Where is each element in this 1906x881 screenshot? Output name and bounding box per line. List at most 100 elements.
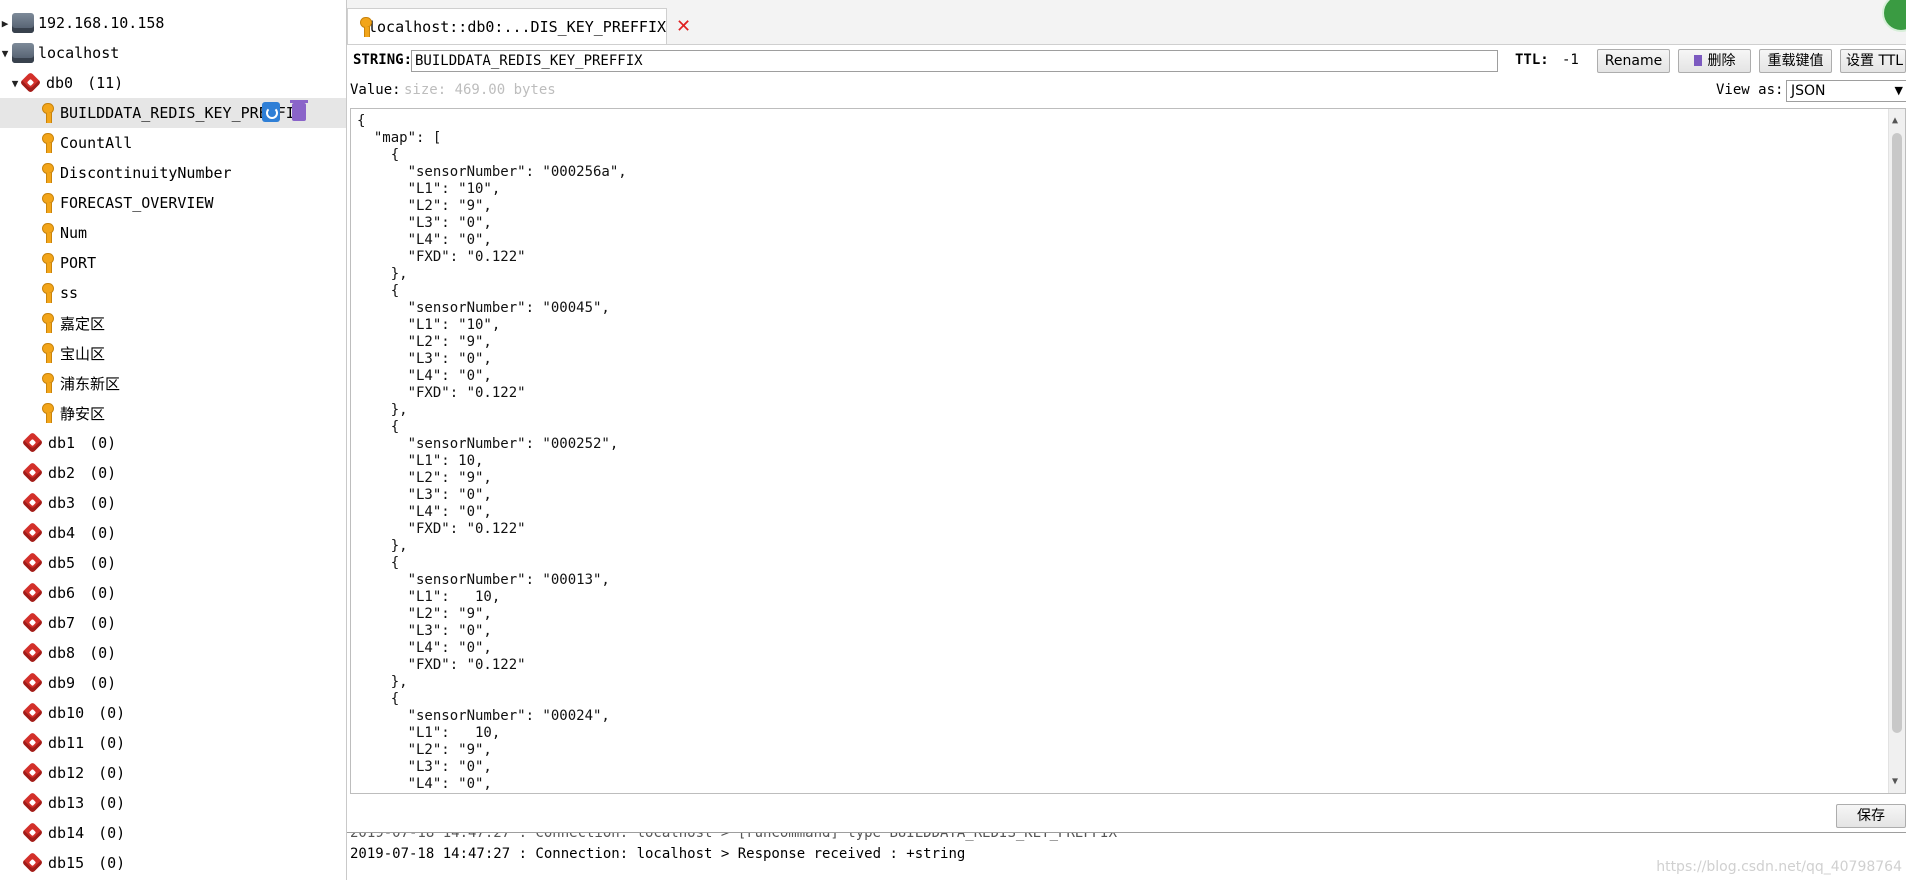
- key-icon: [40, 162, 56, 184]
- set-ttl-button[interactable]: 设置 TTL: [1840, 49, 1906, 73]
- scroll-up-icon[interactable]: ▲: [1892, 115, 1898, 126]
- save-button[interactable]: 保存: [1836, 804, 1906, 828]
- key-icon: [40, 342, 56, 364]
- tree-key-item[interactable]: 浦东新区: [0, 368, 346, 398]
- tree-key-item[interactable]: 静安区: [0, 398, 346, 428]
- close-icon[interactable]: ✕: [676, 16, 691, 37]
- tab-bar: localhost::db0:...DIS_KEY_PREFFIX ✕: [347, 0, 1906, 45]
- scroll-down-icon[interactable]: ▼: [1892, 776, 1898, 787]
- tree-key-item[interactable]: Num: [0, 218, 346, 248]
- server-icon: [12, 43, 34, 63]
- ttl-label: TTL:: [1515, 52, 1549, 68]
- server-label: 192.168.10.158: [38, 14, 165, 32]
- key-label: FORECAST_OVERVIEW: [60, 194, 214, 212]
- scrollbar-thumb[interactable]: [1892, 133, 1902, 733]
- tree-key-item[interactable]: CountAll: [0, 128, 346, 158]
- tree-db-item[interactable]: db10 (0): [0, 698, 346, 728]
- tree-db-item[interactable]: db1 (0): [0, 428, 346, 458]
- vertical-scrollbar[interactable]: ▲ ▼: [1888, 109, 1905, 793]
- db-label: db14: [48, 824, 85, 842]
- tree-key-item[interactable]: DiscontinuityNumber: [0, 158, 346, 188]
- key-label: ss: [60, 284, 79, 302]
- tree-db-item[interactable]: db7 (0): [0, 608, 346, 638]
- tree-db-item[interactable]: db13 (0): [0, 788, 346, 818]
- tree-key-item[interactable]: 宝山区: [0, 338, 346, 368]
- key-label: 宝山区: [60, 344, 106, 363]
- expand-arrow-icon[interactable]: ▶: [0, 17, 10, 30]
- key-label: DiscontinuityNumber: [60, 164, 232, 182]
- tree-db-item[interactable]: db2 (0): [0, 458, 346, 488]
- trash-icon[interactable]: [290, 100, 308, 121]
- db-label: db12: [48, 764, 85, 782]
- save-button-label: 保存: [1857, 808, 1885, 824]
- tree-db-item[interactable]: db9 (0): [0, 668, 346, 698]
- set-ttl-button-label: 设置 TTL: [1846, 53, 1904, 69]
- db-label: db2: [48, 464, 76, 482]
- database-icon: [20, 72, 42, 94]
- database-icon: [22, 702, 44, 724]
- ttl-value: -1: [1562, 52, 1579, 68]
- tree-db-db0[interactable]: ▼ db0 (11): [0, 68, 346, 98]
- reload-icon[interactable]: [262, 102, 280, 122]
- database-icon: [22, 822, 44, 844]
- collapse-arrow-icon[interactable]: ▼: [10, 77, 20, 90]
- tree-db-item[interactable]: db12 (0): [0, 758, 346, 788]
- log-console: 2019-07-18 14:47:27 : Connection: localh…: [347, 832, 1906, 881]
- json-value-text[interactable]: { "map": [ { "sensorNumber": "000256a", …: [357, 113, 627, 793]
- status-circle-icon: [1882, 0, 1906, 32]
- db-label: db8: [48, 644, 76, 662]
- database-icon: [22, 762, 44, 784]
- db-key-count: (0): [98, 854, 126, 872]
- key-icon: [40, 282, 56, 304]
- db-label: db6: [48, 584, 76, 602]
- server-icon: [12, 13, 34, 33]
- db-key-count: (0): [89, 674, 117, 692]
- tree-db-item[interactable]: db11 (0): [0, 728, 346, 758]
- trash-icon: [1693, 55, 1702, 66]
- tree-db-item[interactable]: db5 (0): [0, 548, 346, 578]
- tree-db-item[interactable]: db15 (0): [0, 848, 346, 878]
- tab-key-editor[interactable]: localhost::db0:...DIS_KEY_PREFFIX ✕: [347, 8, 691, 44]
- value-editor[interactable]: { "map": [ { "sensorNumber": "000256a", …: [350, 108, 1906, 794]
- db-key-count: (0): [89, 614, 117, 632]
- db-label: db4: [48, 524, 76, 542]
- db-key-count: (0): [98, 734, 126, 752]
- database-icon: [22, 492, 44, 514]
- collapse-arrow-icon[interactable]: ▼: [0, 47, 10, 60]
- db-key-count: (0): [98, 794, 126, 812]
- db-label: db3: [48, 494, 76, 512]
- tree-db-item[interactable]: db6 (0): [0, 578, 346, 608]
- view-as-select[interactable]: JSON ▼: [1786, 80, 1906, 102]
- tree-server-192-168-10-158[interactable]: ▶ 192.168.10.158: [0, 8, 346, 38]
- database-icon: [22, 462, 44, 484]
- tree-server-localhost[interactable]: ▼ localhost: [0, 38, 346, 68]
- database-icon: [22, 792, 44, 814]
- key-name-field[interactable]: BUILDDATA_REDIS_KEY_PREFFIX: [411, 50, 1498, 72]
- database-icon: [22, 852, 44, 874]
- tree-db-item[interactable]: db3 (0): [0, 488, 346, 518]
- db-label: db13: [48, 794, 85, 812]
- view-as-label: View as:: [1716, 82, 1784, 98]
- tree-db-item[interactable]: db8 (0): [0, 638, 346, 668]
- rename-button[interactable]: Rename: [1597, 49, 1670, 73]
- key-label: 浦东新区: [60, 374, 121, 393]
- key-label: 静安区: [60, 404, 106, 423]
- db-key-count: (0): [98, 824, 126, 842]
- delete-button[interactable]: 删除: [1678, 49, 1751, 73]
- server-label: localhost: [38, 44, 120, 62]
- tree-key-item[interactable]: 嘉定区: [0, 308, 346, 338]
- reload-value-button-label: 重载键值: [1767, 53, 1824, 69]
- key-type-label: STRING:: [353, 52, 413, 68]
- reload-value-button[interactable]: 重载键值: [1759, 49, 1832, 73]
- db-key-count: (0): [98, 764, 126, 782]
- tree-key-item[interactable]: FORECAST_OVERVIEW: [0, 188, 346, 218]
- key-icon: [40, 132, 56, 154]
- tree-key-item[interactable]: ss: [0, 278, 346, 308]
- tree-db-item[interactable]: db14 (0): [0, 818, 346, 848]
- tree-key-item[interactable]: BUILDDATA_REDIS_KEY_PREFFI: [0, 98, 346, 128]
- log-line: 2019-07-18 14:47:27 : Connection: localh…: [350, 846, 966, 862]
- tree-db-item[interactable]: db4 (0): [0, 518, 346, 548]
- database-icon: [22, 672, 44, 694]
- key-icon: [40, 222, 56, 244]
- tree-key-item[interactable]: PORT: [0, 248, 346, 278]
